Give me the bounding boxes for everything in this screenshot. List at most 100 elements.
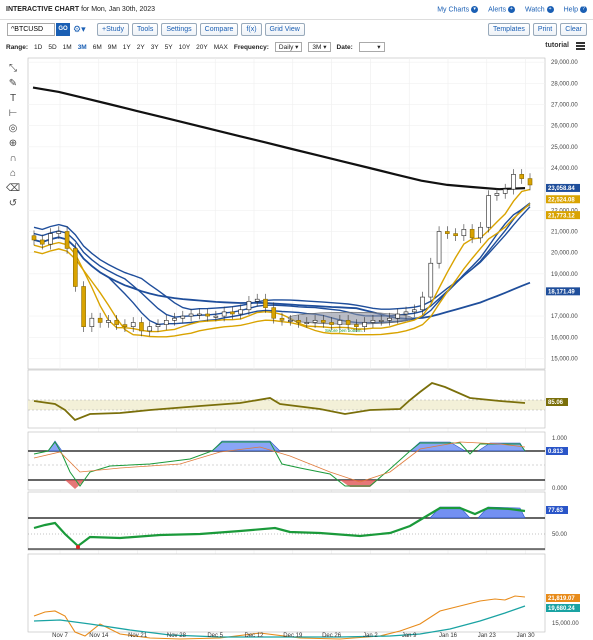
candle-body	[279, 317, 285, 321]
range-10y[interactable]: 10Y	[179, 44, 191, 51]
period-select[interactable]: 3M ▾	[308, 42, 331, 52]
candle-body	[81, 286, 86, 327]
range-1m[interactable]: 1M	[63, 44, 72, 51]
candle-body	[197, 313, 202, 316]
last-value-label: 18,171.49	[548, 290, 575, 296]
candle-body	[502, 188, 508, 194]
candle-body	[411, 309, 417, 313]
y-tick-label: 26,000.00	[551, 124, 578, 130]
candle-body	[420, 296, 425, 311]
y-tick-label: 25,000.00	[551, 145, 578, 151]
range-3y[interactable]: 3Y	[151, 44, 159, 51]
question-icon: ?	[580, 6, 587, 13]
candle-body	[39, 239, 45, 245]
candle-body	[395, 313, 401, 319]
candle-body	[48, 233, 53, 245]
range-5d[interactable]: 5D	[48, 44, 56, 51]
x-tick-label: Jan 16	[439, 633, 458, 639]
y-tick-label: 20,000.00	[551, 251, 578, 257]
x-tick-label: Dec 26	[322, 633, 342, 639]
watch-link[interactable]: Watch +	[525, 6, 554, 13]
x-tick-label: Nov 28	[167, 633, 187, 639]
candle-body	[172, 317, 177, 321]
range-1d[interactable]: 1D	[34, 44, 42, 51]
go-button[interactable]: GO	[56, 23, 70, 36]
range-1y[interactable]: 1Y	[123, 44, 131, 51]
candle-body	[122, 324, 128, 327]
y-tick-label: 17,000.00	[551, 314, 578, 320]
candle-body	[511, 174, 516, 190]
candle-body	[378, 320, 384, 322]
print-button[interactable]: Print	[532, 23, 558, 36]
annotation-text: Swore pen bottom.	[325, 328, 363, 333]
candle-body	[89, 317, 95, 327]
clear-button[interactable]: Clear	[560, 23, 587, 36]
candle-body	[345, 320, 351, 325]
toolbar: GO ⚙▾ +Study Tools Settings Compare f(x)…	[0, 21, 593, 39]
candle-body	[387, 317, 392, 321]
range-5y[interactable]: 5Y	[165, 44, 173, 51]
date-input[interactable]: ▾	[358, 42, 385, 52]
candle-body	[73, 248, 78, 287]
x-tick-label: Nov 7	[52, 633, 68, 639]
fx-button[interactable]: f(x)	[241, 23, 262, 36]
y-tick-label: 28,000.00	[551, 81, 578, 87]
tutorial-link[interactable]: tutorial	[545, 42, 569, 49]
candle-body	[205, 313, 210, 317]
osc2-tick-bottom: 0.000	[552, 486, 568, 492]
candle-body	[130, 322, 136, 327]
chart-area[interactable]: 29,000.00 28,000.00 27,000.00 26,000.00 25,0…	[0, 54, 593, 640]
range-20y[interactable]: 20Y	[196, 44, 208, 51]
candle-body	[213, 315, 219, 318]
range-2y[interactable]: 2Y	[137, 44, 145, 51]
osc2-value: 0.813	[548, 449, 564, 455]
candle-body	[246, 300, 252, 311]
tools-button[interactable]: Tools	[132, 23, 159, 36]
top-links: My Charts ▾ Alerts + Watch + Help?	[437, 6, 587, 13]
range-max[interactable]: MAX	[214, 44, 228, 51]
frequency-select[interactable]: Daily ▾	[274, 42, 303, 52]
menu-icon[interactable]	[576, 42, 585, 50]
help-link[interactable]: Help?	[564, 6, 587, 13]
osc3-tick: 50.00	[552, 532, 568, 538]
chevron-down-icon: ▾	[471, 6, 479, 13]
plus-icon: +	[508, 6, 516, 13]
top-bar: INTERACTIVE CHART for Mon, Jan 30th, 202…	[0, 0, 593, 20]
candle-body	[403, 311, 409, 315]
candle-body	[238, 309, 243, 315]
candle-body	[486, 195, 491, 228]
osc4-panel	[27, 553, 546, 633]
settings-button[interactable]: Settings	[161, 23, 197, 36]
study-button[interactable]: +Study	[97, 23, 129, 36]
range-9m[interactable]: 9M	[108, 44, 117, 51]
date-label: Date:	[336, 43, 353, 51]
osc3-panel	[27, 491, 546, 551]
x-tick-label: Nov 14	[89, 633, 109, 639]
candle-body	[370, 320, 376, 323]
candle-body	[519, 174, 525, 179]
candle-body	[453, 233, 458, 237]
osc1-panel	[27, 369, 546, 429]
gear-icon[interactable]: ⚙▾	[73, 24, 86, 35]
candle-body	[494, 193, 500, 196]
last-value-label: 23,058.84	[548, 186, 575, 192]
candle-body	[114, 320, 119, 325]
last-value-label: 22,524.08	[548, 197, 575, 203]
plus-icon: +	[546, 6, 554, 13]
templates-button[interactable]: Templates	[487, 23, 530, 36]
x-tick-label: Dec 5	[207, 633, 223, 639]
x-tick-label: Dec 12	[244, 633, 264, 639]
candle-body	[329, 322, 334, 325]
osc4-teal-value: 19,680.24	[548, 606, 575, 612]
candle-body	[469, 229, 475, 239]
range-3m[interactable]: 3M	[78, 44, 87, 51]
compare-button[interactable]: Compare	[199, 23, 239, 36]
grid-view-button[interactable]: Grid View	[264, 23, 305, 36]
osc2-panel	[27, 431, 546, 491]
candle-body	[312, 320, 318, 323]
range-6m[interactable]: 6M	[93, 44, 102, 51]
range-label: Range:	[6, 43, 29, 51]
alerts-link[interactable]: Alerts +	[488, 6, 516, 13]
symbol-input[interactable]	[7, 23, 55, 36]
my-charts-link[interactable]: My Charts ▾	[437, 6, 479, 13]
